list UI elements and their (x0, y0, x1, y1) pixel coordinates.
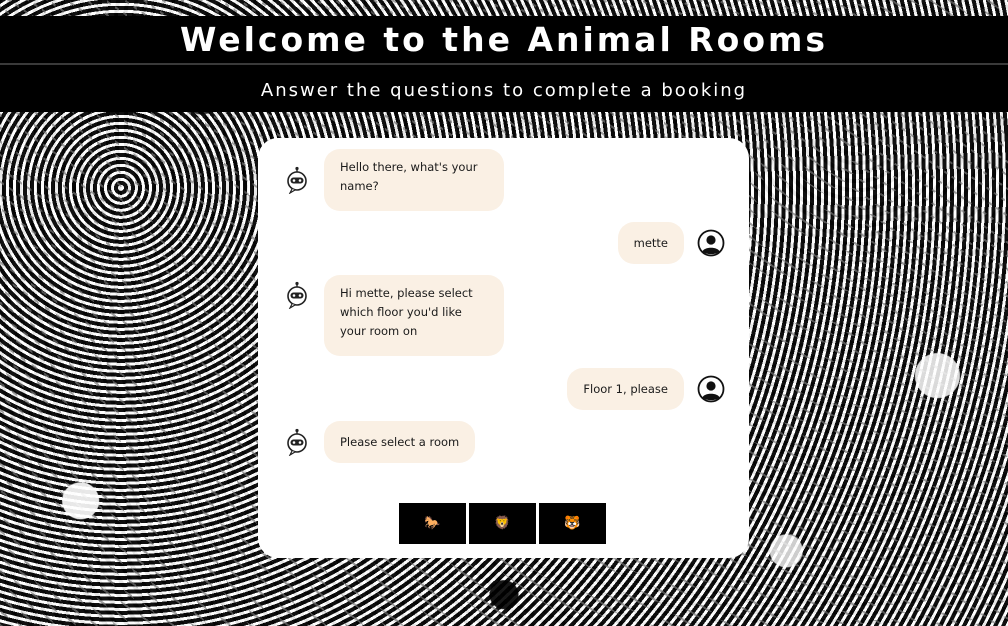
chat-bubble: Please select a room (324, 421, 476, 463)
chat-bubble: Hi mette, please select which floor you'… (324, 275, 504, 356)
robot-icon (287, 281, 307, 309)
room-button-horse[interactable]: 🐎 (399, 503, 466, 544)
chat-message-bot: Hello there, what's your name? (283, 149, 504, 211)
room-button-lion[interactable]: 🦁 (469, 503, 536, 544)
chat-bubble: Hello there, what's your name? (324, 149, 504, 211)
page-subtitle: Answer the questions to complete a booki… (260, 80, 748, 101)
chat-bubble: mette (617, 222, 684, 264)
tiger-icon: 🐯 (564, 516, 581, 531)
chat-bubble: Floor 1, please (567, 368, 684, 410)
chat-message-bot: Hi mette, please select which floor you'… (283, 275, 504, 356)
lion-icon: 🦁 (494, 516, 511, 531)
chat-message-bot: Please select a room (283, 421, 476, 463)
page-title: Welcome to the Animal Rooms (179, 20, 829, 59)
room-button-tiger[interactable]: 🐯 (539, 503, 606, 544)
room-options: 🐎 🦁 🐯 (399, 503, 606, 544)
user-icon (697, 375, 725, 403)
chat-message-user: mette (617, 222, 725, 264)
robot-icon (287, 428, 307, 456)
chat-card: Hello there, what's your name? mette Hi … (258, 138, 749, 558)
chat-message-user: Floor 1, please (567, 368, 725, 410)
header-divider (0, 63, 1008, 65)
horse-icon: 🐎 (424, 516, 441, 531)
robot-icon (287, 166, 307, 194)
user-icon (697, 229, 725, 257)
